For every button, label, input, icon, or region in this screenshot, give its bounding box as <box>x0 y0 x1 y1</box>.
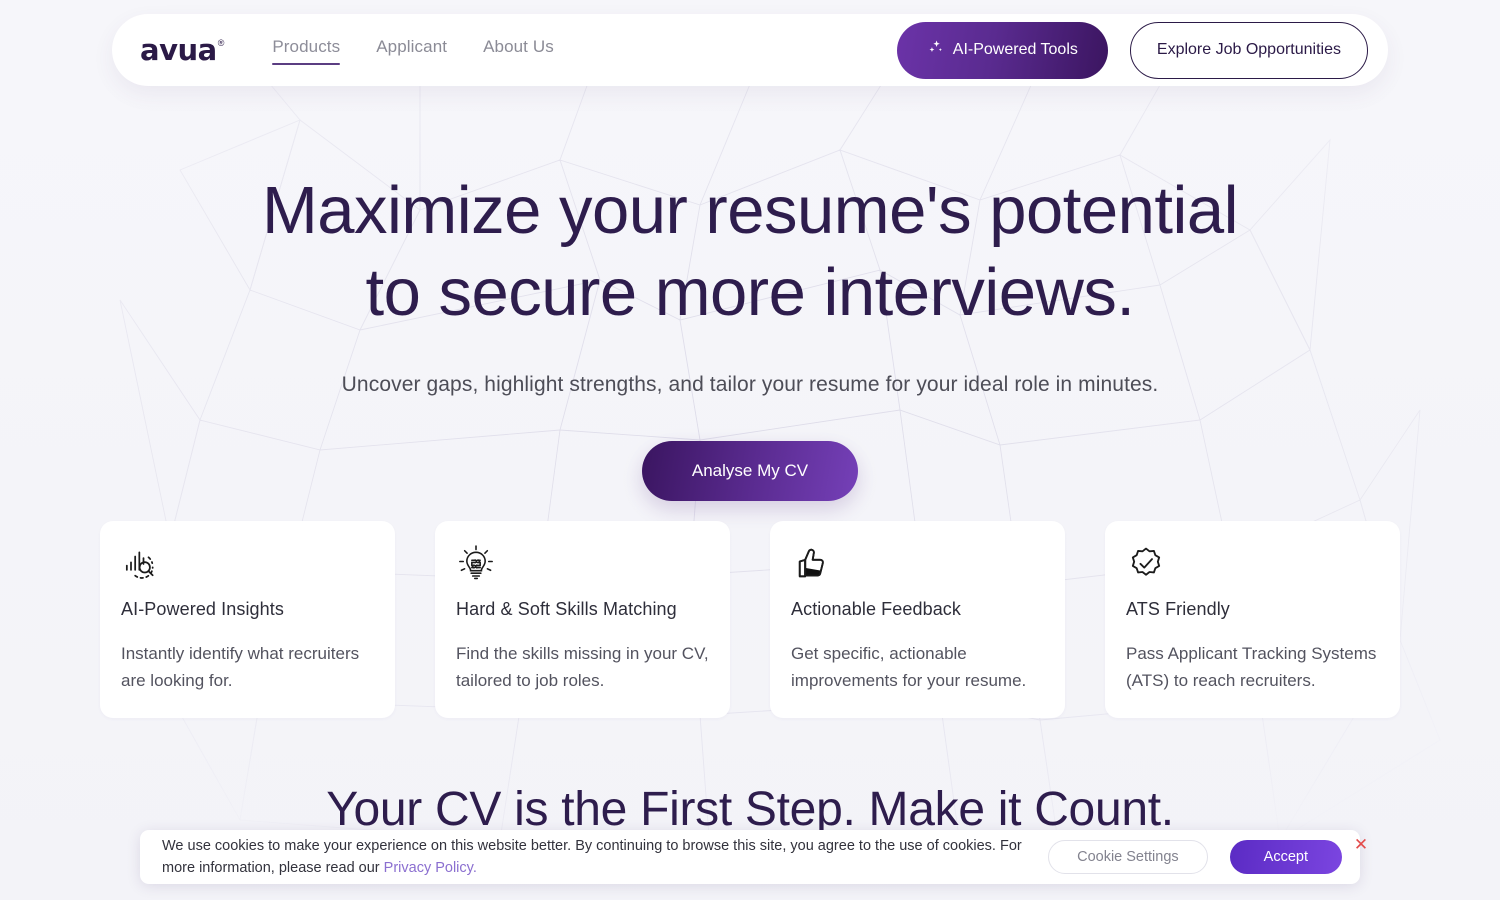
feature-card-ai-powered-insights[interactable]: AI-Powered Insights Instantly identify w… <box>100 521 395 719</box>
hero-subtitle: Uncover gaps, highlight strengths, and t… <box>341 372 1159 396</box>
site-header: avua ® Products Applicant About Us AI-Po… <box>112 14 1388 86</box>
hero-title-line-2: to secure more interviews. <box>365 255 1135 331</box>
feature-card-title: Hard & Soft Skills Matching <box>456 599 677 619</box>
logo-wordmark: avua <box>140 32 217 67</box>
analyse-my-cv-button[interactable]: Analyse My CV <box>642 440 858 501</box>
feature-card-description: Pass Applicant Tracking Systems (ATS) to… <box>1126 644 1377 691</box>
cookie-banner-actions: Cookie Settings Accept <box>1048 840 1342 874</box>
feature-card-title: ATS Friendly <box>1126 599 1230 619</box>
lightbulb-puzzle-icon <box>456 543 709 585</box>
cookie-accept-button[interactable]: Accept <box>1229 840 1342 874</box>
privacy-policy-link[interactable]: Privacy Policy. <box>384 860 477 876</box>
hero-title-line-1: Maximize your resume's potential <box>261 173 1239 248</box>
nav-item-products[interactable]: Products <box>272 37 340 65</box>
feature-card-ats-friendly[interactable]: ATS Friendly Pass Applicant Tracking Sys… <box>1105 521 1400 719</box>
feature-card-title: AI-Powered Insights <box>121 599 284 619</box>
header-actions: AI-Powered Tools Explore Job Opportuniti… <box>896 21 1368 79</box>
verified-badge-check-icon <box>1126 543 1379 585</box>
feature-card-description: Get specific, actionable improvements fo… <box>791 644 1027 691</box>
ai-powered-tools-label: AI-Powered Tools <box>952 41 1078 58</box>
nav-item-about-us[interactable]: About Us <box>483 37 554 63</box>
feature-card-list: AI-Powered Insights Instantly identify w… <box>100 521 1400 719</box>
cookie-settings-button[interactable]: Cookie Settings <box>1048 840 1208 874</box>
bar-chart-magnifier-icon <box>121 543 374 585</box>
feature-card-description: Instantly identify what recruiters are l… <box>121 644 360 691</box>
thumbs-up-icon <box>791 543 1044 585</box>
nav-item-applicant[interactable]: Applicant <box>376 37 447 63</box>
section-title: Your CV is the First Step. Make it Count… <box>326 783 1174 836</box>
hero-cta-wrapper: Analyse My CV <box>0 440 1500 501</box>
feature-card-actionable-feedback[interactable]: Actionable Feedback Get specific, action… <box>770 521 1065 719</box>
cv-first-step-section: Your CV is the First Step. Make it Count… <box>0 782 1500 837</box>
hero-title: Maximize your resume's potential to secu… <box>0 170 1500 335</box>
feature-card-description: Find the skills missing in your CV, tail… <box>456 644 709 691</box>
sparkles-icon <box>927 39 944 61</box>
feature-card-title: Actionable Feedback <box>791 599 962 619</box>
feature-card-hard-soft-skills-matching[interactable]: Hard & Soft Skills Matching Find the ski… <box>435 521 730 719</box>
cookie-consent-text: We use cookies to make your experience o… <box>162 835 1048 880</box>
cookie-consent-banner: We use cookies to make your experience o… <box>140 830 1368 884</box>
hero-section: Maximize your resume's potential to secu… <box>0 170 1500 501</box>
ai-powered-tools-button[interactable]: AI-Powered Tools <box>896 21 1108 79</box>
explore-job-opportunities-button[interactable]: Explore Job Opportunities <box>1129 21 1368 79</box>
close-icon[interactable]: ✕ <box>1352 836 1370 854</box>
cookie-consent-message: We use cookies to make your experience o… <box>162 837 1022 876</box>
registered-trademark-symbol: ® <box>217 37 225 48</box>
primary-navigation: Products Applicant About Us <box>272 37 896 65</box>
brand-logo[interactable]: avua ® <box>140 32 225 67</box>
